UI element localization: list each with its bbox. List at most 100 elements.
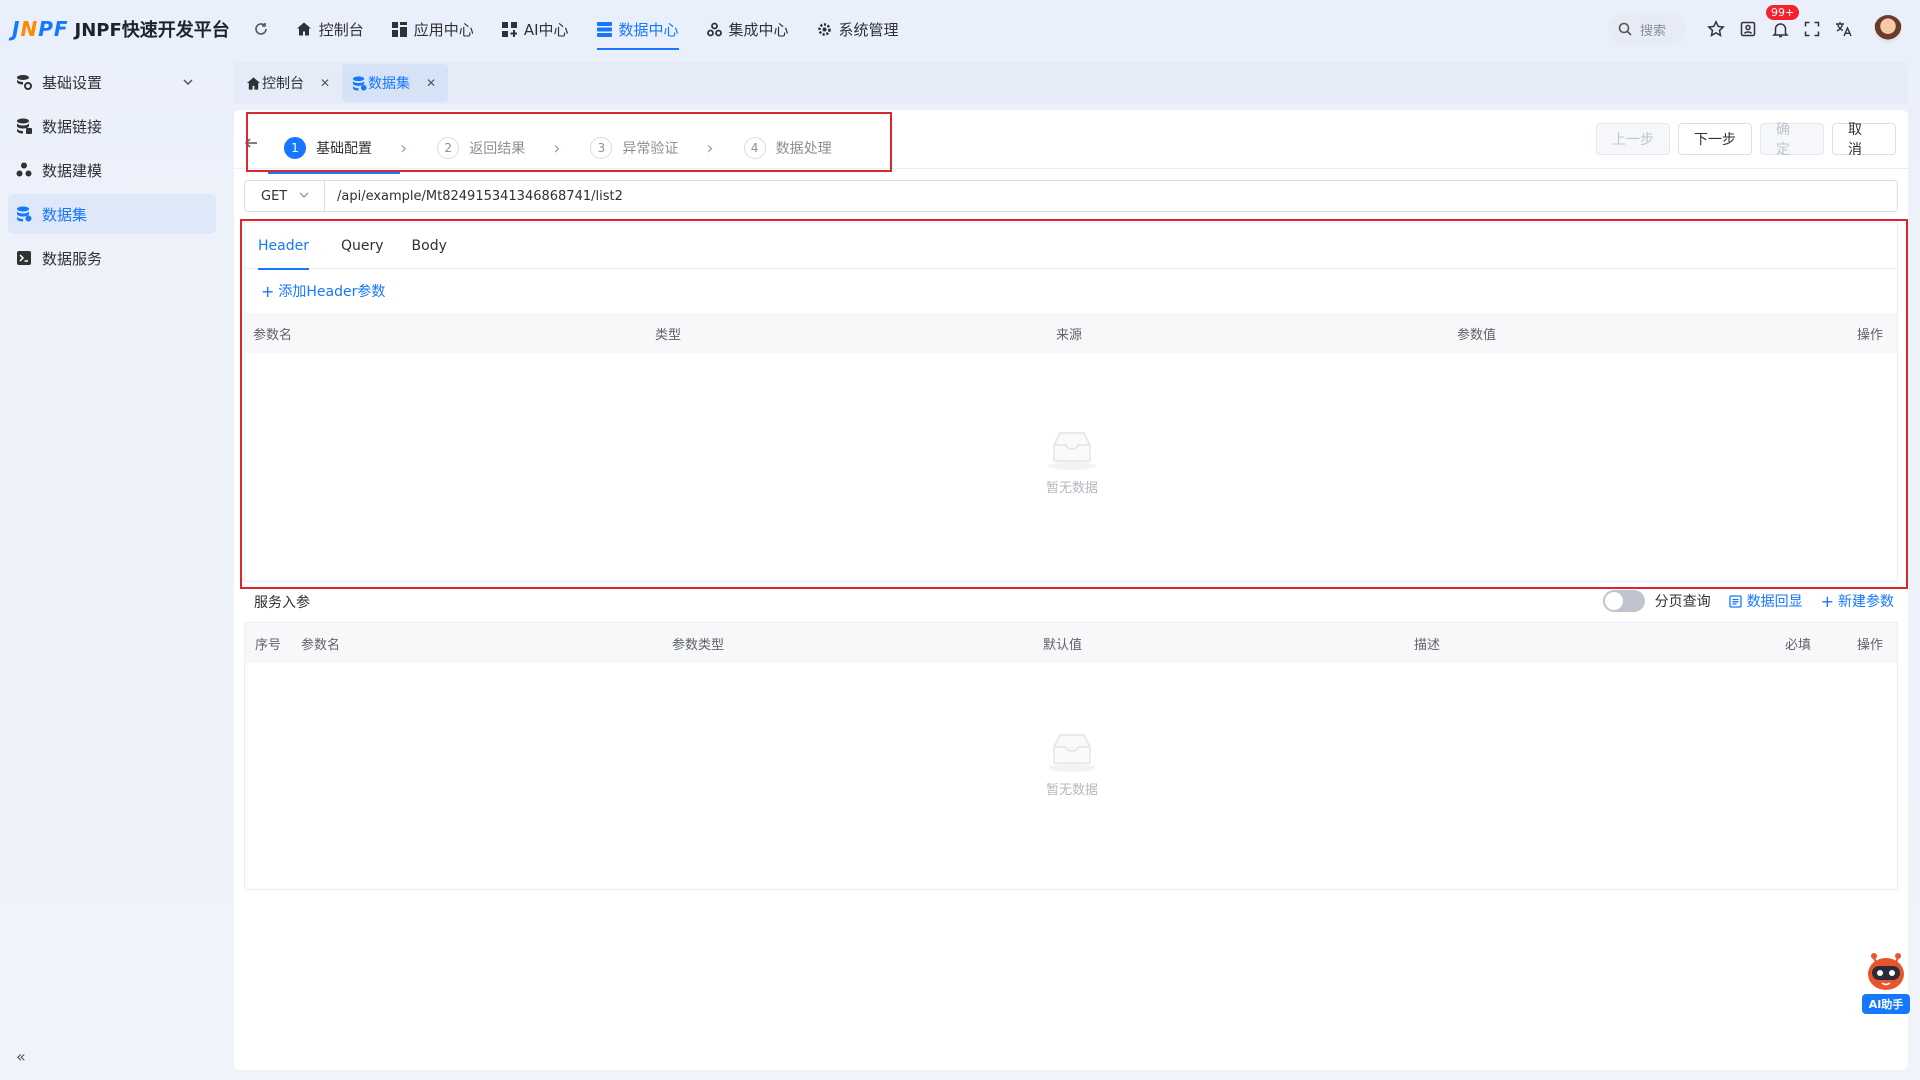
tab-body[interactable]: Body	[399, 223, 460, 269]
dataset-icon	[353, 75, 367, 91]
nav-item-console[interactable]: 控制台	[282, 0, 378, 58]
close-icon[interactable]: ✕	[426, 76, 436, 90]
tab-dataset[interactable]: 数据集 ✕	[342, 64, 449, 102]
nav-item-data-center[interactable]: 数据中心	[583, 0, 693, 58]
nav-item-integration-center[interactable]: 集成中心	[693, 0, 803, 58]
sidebar-item-label: 数据服务	[42, 249, 103, 268]
sidebar-item-basic-settings[interactable]: 基础设置	[8, 62, 216, 102]
bell-icon[interactable]: 99+	[1766, 5, 1800, 39]
empty-state: 暂无数据	[1012, 731, 1132, 798]
dataset-icon	[17, 206, 32, 222]
model-icon	[16, 162, 32, 177]
tab-label: 数据集	[368, 76, 411, 92]
top-right-tools: 搜索 99+	[1608, 0, 1902, 58]
plus-icon: +	[261, 281, 275, 301]
close-icon[interactable]: ✕	[320, 76, 330, 90]
collapse-sidebar-button[interactable]: «	[16, 1047, 26, 1066]
back-arrow-icon[interactable]	[244, 136, 258, 154]
tab-label: 控制台	[262, 76, 304, 92]
link-db-icon	[17, 118, 32, 134]
next-step-button[interactable]: 下一步	[1678, 123, 1752, 155]
step-label: 数据处理	[775, 141, 832, 157]
empty-text: 暂无数据	[1045, 783, 1098, 798]
home-icon	[246, 76, 261, 90]
app-title: JNPF快速开发平台	[74, 20, 230, 41]
chevron-down-icon	[299, 189, 309, 204]
ai-assistant-label: AI助手	[1862, 994, 1910, 1014]
step-number: 3	[590, 137, 613, 159]
star-icon[interactable]	[1706, 19, 1726, 39]
wizard-actions: 上一步 下一步 确 定 取 消	[1588, 122, 1896, 158]
step-exception-validation[interactable]: 3 异常验证	[590, 128, 678, 168]
service-params-table-header: 序号 参数名 参数类型 默认值 描述 必填 操作	[245, 623, 1897, 663]
step-basic-config[interactable]: 1 基础配置	[268, 128, 400, 174]
column-header: 操作	[1856, 327, 1883, 343]
global-search[interactable]: 搜索	[1608, 13, 1686, 45]
grid-icon	[391, 21, 407, 37]
nav-item-ai-center[interactable]: AI中心	[488, 0, 583, 58]
settings-db-icon	[17, 75, 32, 90]
column-header: 参数值	[1457, 327, 1497, 343]
step-data-processing[interactable]: 4 数据处理	[743, 128, 832, 168]
user-avatar[interactable]	[1874, 15, 1902, 43]
nav-label: 应用中心	[413, 20, 474, 39]
nav-label: 系统管理	[838, 20, 899, 39]
app-logo[interactable]: JNPF JNPF快速开发平台	[12, 16, 230, 42]
refresh-icon[interactable]	[252, 20, 270, 38]
paging-query-toggle[interactable]	[1602, 590, 1645, 612]
chevron-right-icon: ›	[400, 137, 408, 159]
step-return-result[interactable]: 2 返回结果	[437, 128, 525, 168]
main-panel: 1 基础配置 › 2 返回结果 › 3 异常验证 › 4 数据处理 上一步 下一…	[234, 110, 1908, 1070]
sidebar-item-label: 基础设置	[42, 73, 103, 92]
step-label: 基础配置	[316, 141, 372, 157]
empty-text: 暂无数据	[1045, 481, 1098, 496]
service-params-table: 序号 参数名 参数类型 默认值 描述 必填 操作 暂无数据	[244, 622, 1898, 890]
database-icon	[596, 21, 612, 37]
column-header: 默认值	[1043, 637, 1083, 653]
translate-icon[interactable]	[1834, 19, 1854, 39]
nav-item-app-center[interactable]: 应用中心	[378, 0, 488, 58]
tab-header[interactable]: Header	[245, 223, 322, 270]
robot-icon	[1868, 953, 1904, 990]
column-header: 类型	[655, 327, 682, 343]
chevron-right-icon: ›	[553, 137, 561, 159]
nav-label: 数据中心	[618, 20, 679, 39]
param-tabs: Header Query Body	[245, 223, 1897, 270]
sidebar-item-data-service[interactable]: 数据服务	[8, 238, 216, 278]
new-param-label: 新建参数	[1838, 594, 1894, 610]
gear-icon	[817, 22, 831, 36]
integration-icon	[706, 22, 722, 36]
nav-label: AI中心	[523, 20, 569, 39]
prev-step-button[interactable]: 上一步	[1596, 123, 1670, 155]
wizard-steps: 1 基础配置 › 2 返回结果 › 3 异常验证 › 4 数据处理	[268, 128, 832, 174]
column-header: 参数名	[301, 637, 341, 653]
column-header: 参数类型	[672, 637, 725, 653]
nav-item-system-management[interactable]: 系统管理	[803, 0, 913, 58]
request-params-panel: Header Query Body + 添加Header参数 参数名 类型 来源…	[244, 222, 1898, 582]
data-echo-button[interactable]: 数据回显	[1728, 591, 1803, 611]
sidebar-item-data-link[interactable]: 数据链接	[8, 106, 216, 146]
request-url-field[interactable]: GET /api/example/Mt824915341346868741/li…	[244, 180, 1898, 212]
sidebar-item-dataset[interactable]: 数据集	[8, 194, 216, 234]
ai-assistant-button[interactable]: AI助手	[1862, 950, 1910, 1014]
ai-grid-icon	[501, 21, 517, 37]
cancel-button[interactable]: 取 消	[1832, 122, 1896, 158]
header-divider	[234, 168, 1908, 169]
request-url-value: /api/example/Mt824915341346868741/list2	[337, 188, 623, 204]
confirm-button[interactable]: 确 定	[1760, 122, 1824, 158]
service-icon	[17, 251, 31, 265]
document-icon	[1728, 594, 1742, 608]
http-method-value: GET	[261, 188, 288, 204]
sidebar-item-data-modeling[interactable]: 数据建模	[8, 150, 216, 190]
sidebar: 基础设置 数据链接 数据建模 数据集 数据服务 «	[0, 58, 230, 1080]
nav-label: 集成中心	[728, 20, 789, 39]
http-method-select[interactable]: GET	[245, 181, 325, 211]
empty-inbox-icon	[1048, 432, 1096, 470]
tab-console[interactable]: 控制台 ✕	[236, 64, 342, 102]
add-header-param-button[interactable]: + 添加Header参数	[261, 281, 385, 301]
new-param-button[interactable]: + 新建参数	[1821, 591, 1894, 611]
fullscreen-icon[interactable]	[1802, 19, 1822, 39]
profile-card-icon[interactable]	[1738, 19, 1758, 39]
tab-query[interactable]: Query	[328, 223, 397, 269]
data-echo-label: 数据回显	[1746, 594, 1803, 610]
